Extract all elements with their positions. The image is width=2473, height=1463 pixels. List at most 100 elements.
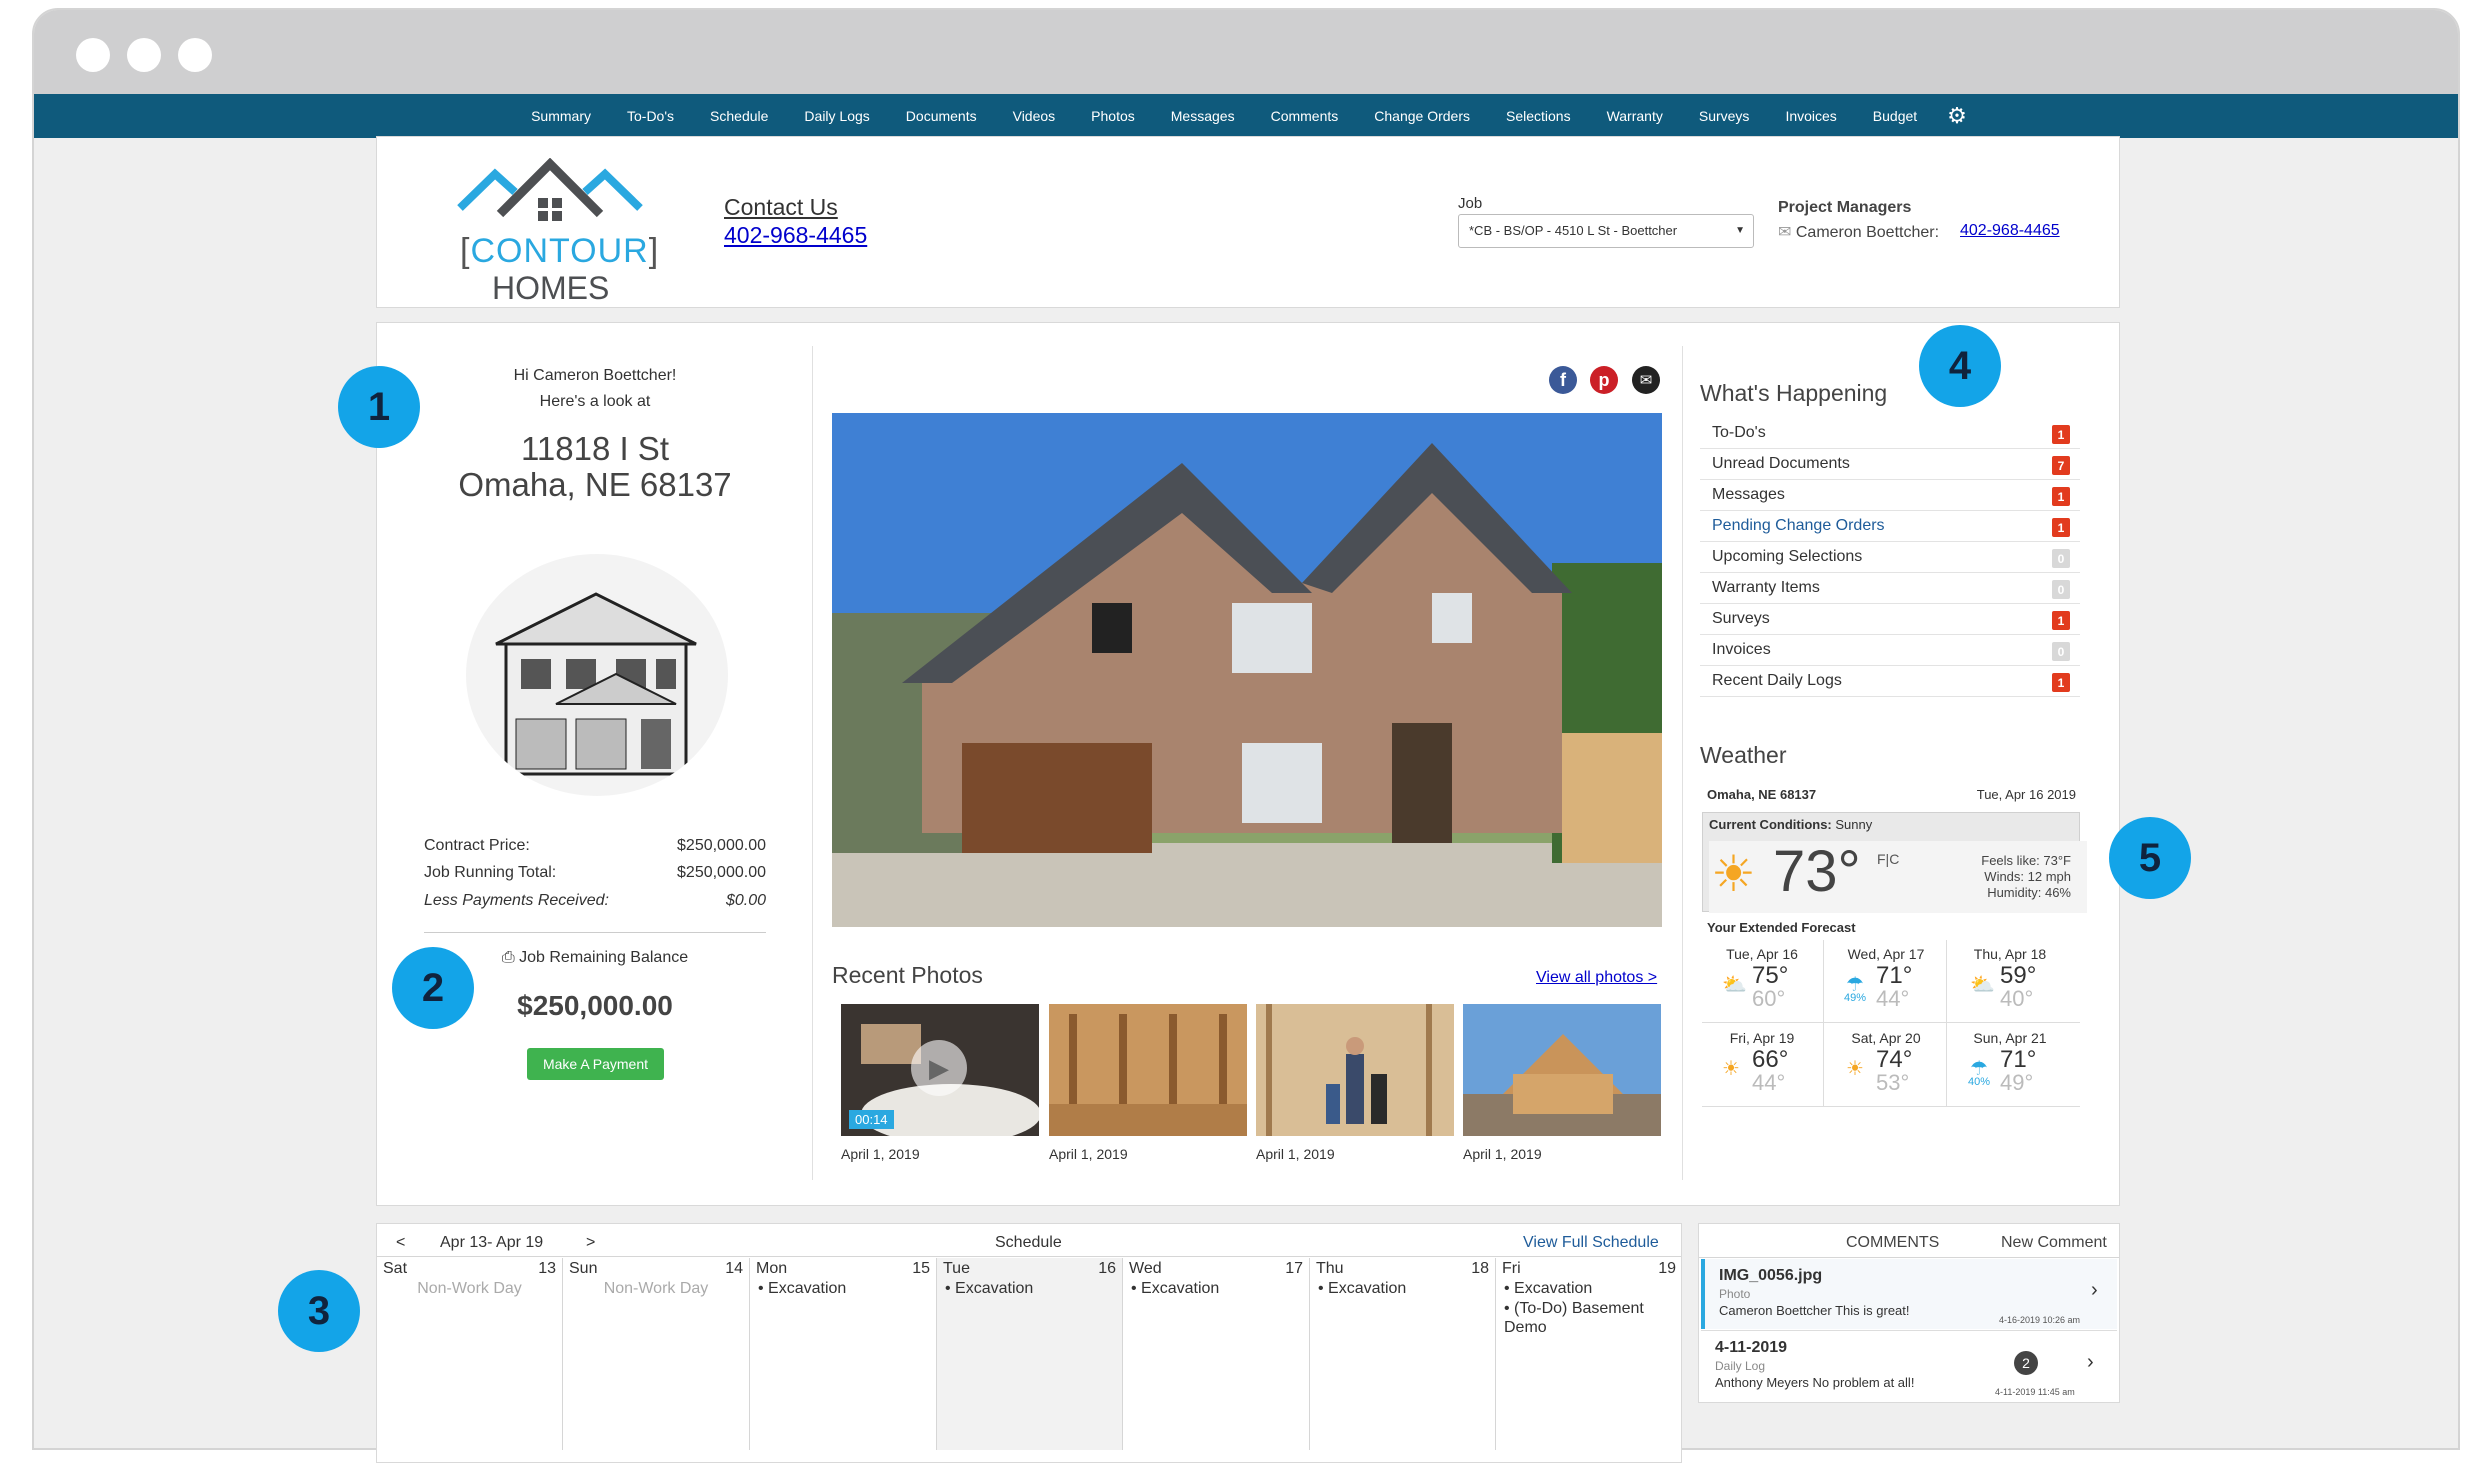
schedule-day-sun[interactable]: Sun 14 Non-Work Day — [563, 1258, 750, 1450]
happening-item-upcoming-selections[interactable]: Upcoming Selections 0 — [1700, 542, 2080, 573]
happening-label: Recent Daily Logs — [1712, 672, 1842, 689]
nav-messages[interactable]: Messages — [1153, 108, 1253, 124]
facebook-icon[interactable]: f — [1549, 366, 1577, 394]
schedule-day-thu[interactable]: Thu 18 • Excavation — [1310, 1258, 1496, 1450]
mail-icon[interactable]: ✉ — [1778, 224, 1791, 241]
forecast-day: Wed, Apr 17 ☂ 49% 71° 44° — [1826, 940, 1946, 1020]
forecast-date: Sun, Apr 21 — [1973, 1030, 2047, 1046]
nav-summary[interactable]: Summary — [513, 108, 609, 124]
happening-item-recent-daily-logs[interactable]: Recent Daily Logs 1 — [1700, 666, 2080, 697]
comment-item[interactable]: 4-11-2019 Daily Log Anthony Meyers No pr… — [1701, 1331, 2117, 1401]
schedule-event[interactable]: • Excavation — [758, 1280, 846, 1298]
chevron-right-icon[interactable]: › — [2091, 1279, 2098, 1302]
pinterest-icon[interactable]: p — [1590, 366, 1618, 394]
callout-marker-3: 3 — [278, 1270, 360, 1352]
house-sketch-image — [466, 554, 728, 796]
happening-item-todos[interactable]: To-Do's 1 — [1700, 418, 2080, 449]
comment-count-badge: 2 — [2014, 1351, 2038, 1375]
play-icon[interactable]: ▶ — [911, 1040, 967, 1096]
nav-selections[interactable]: Selections — [1488, 108, 1589, 124]
schedule-event[interactable]: • Excavation — [1318, 1280, 1406, 1298]
nav-comments[interactable]: Comments — [1253, 108, 1357, 124]
count-badge: 0 — [2052, 642, 2070, 661]
view-all-photos-link[interactable]: View all photos > — [1536, 969, 1657, 987]
schedule-event[interactable]: • Excavation — [1131, 1280, 1219, 1298]
nav-todos[interactable]: To-Do's — [609, 108, 692, 124]
happening-label: Pending Change Orders — [1712, 517, 1885, 534]
window-zoom-dot[interactable] — [178, 38, 212, 72]
nav-warranty[interactable]: Warranty — [1589, 108, 1681, 124]
address-line1: 11818 I St — [520, 430, 669, 467]
nav-surveys[interactable]: Surveys — [1681, 108, 1768, 124]
schedule-day-fri[interactable]: Fri 19 • Excavation • (To-Do) Basement Demo — [1496, 1258, 1682, 1450]
recent-photo-thumb[interactable] — [1463, 1004, 1661, 1136]
callout-marker-4: 4 — [1919, 325, 2001, 407]
happening-item-pending-change-orders[interactable]: Pending Change Orders 1 — [1700, 511, 2080, 542]
count-badge: 1 — [2052, 425, 2070, 444]
happening-item-unread-documents[interactable]: Unread Documents 7 — [1700, 449, 2080, 480]
schedule-event[interactable]: • (To-Do) Basement Demo — [1504, 1299, 1664, 1337]
nav-invoices[interactable]: Invoices — [1767, 108, 1854, 124]
recent-video-thumb[interactable]: ▶ 00:14 — [841, 1004, 1039, 1136]
printer-icon[interactable]: ⎙ — [502, 949, 515, 966]
nav-schedule[interactable]: Schedule — [692, 108, 786, 124]
schedule-event[interactable]: • Excavation — [945, 1280, 1033, 1298]
schedule-event[interactable]: • Excavation — [1504, 1280, 1592, 1298]
window-close-dot[interactable] — [76, 38, 110, 72]
comments-title: COMMENTS — [1846, 1234, 1940, 1251]
schedule-day-tue[interactable]: Tue 16 • Excavation — [937, 1258, 1123, 1450]
nav-daily-logs[interactable]: Daily Logs — [786, 108, 887, 124]
sun-icon: ☀ — [1846, 1058, 1864, 1080]
forecast-date: Fri, Apr 19 — [1729, 1030, 1795, 1046]
new-comment-link[interactable]: New Comment — [2001, 1234, 2107, 1252]
chevron-right-icon[interactable]: › — [2087, 1351, 2094, 1374]
day-name: Sat — [383, 1260, 408, 1277]
happening-item-surveys[interactable]: Surveys 1 — [1700, 604, 2080, 635]
day-number: 19 — [1658, 1260, 1676, 1277]
nav-photos[interactable]: Photos — [1073, 108, 1153, 124]
forecast-date: Tue, Apr 16 — [1726, 946, 1798, 962]
nav-budget[interactable]: Budget — [1855, 108, 1935, 124]
pm-phone-link[interactable]: 402-968-4465 — [1960, 222, 2060, 240]
happening-item-invoices[interactable]: Invoices 0 — [1700, 635, 2080, 666]
comment-title: IMG_0056.jpg — [1719, 1267, 1823, 1284]
balance-label-row: ⎙ Job Remaining Balance — [420, 949, 770, 967]
main-house-photo[interactable] — [832, 413, 1662, 927]
recent-photo-thumb[interactable] — [1256, 1004, 1454, 1136]
happening-item-warranty-items[interactable]: Warranty Items 0 — [1700, 573, 2080, 604]
day-name: Thu — [1316, 1260, 1344, 1277]
forecast-date: Sat, Apr 20 — [1851, 1030, 1921, 1046]
payments-row: Less Payments Received: $0.00 — [424, 892, 766, 910]
grid-line — [1702, 1106, 2080, 1107]
schedule-day-wed[interactable]: Wed 17 • Excavation — [1123, 1258, 1310, 1450]
forecast-low: 60° — [1752, 986, 1786, 1011]
window-minimize-dot[interactable] — [127, 38, 161, 72]
gear-icon[interactable]: ⚙ — [1935, 105, 1979, 127]
schedule-next-button[interactable]: > — [586, 1234, 595, 1252]
contact-us-link[interactable]: Contact Us — [724, 194, 838, 221]
nav-videos[interactable]: Videos — [995, 108, 1074, 124]
view-full-schedule-link[interactable]: View Full Schedule — [1523, 1234, 1659, 1252]
job-select[interactable]: *CB - BS/OP - 4510 L St - Boettcher ▼ — [1458, 214, 1754, 248]
contact-phone-link[interactable]: 402-968-4465 — [724, 222, 867, 249]
day-name: Sun — [569, 1260, 598, 1277]
nav-documents[interactable]: Documents — [888, 108, 995, 124]
count-badge: 0 — [2052, 549, 2070, 568]
logo-contour: [CONTOUR] — [460, 232, 660, 270]
recent-photo-thumb[interactable] — [1049, 1004, 1247, 1136]
comment-title: 4-11-2019 — [1715, 1339, 1788, 1356]
forecast-day: Sat, Apr 20 ☀ 74° 53° — [1826, 1024, 1946, 1104]
nav-change-orders[interactable]: Change Orders — [1356, 108, 1488, 124]
email-share-icon[interactable]: ✉ — [1632, 366, 1660, 394]
divider — [377, 1256, 1681, 1257]
happening-item-messages[interactable]: Messages 1 — [1700, 480, 2080, 511]
callout-marker-1: 1 — [338, 366, 420, 448]
chevron-down-icon: ▼ — [1735, 225, 1745, 236]
schedule-day-sat[interactable]: Sat 13 Non-Work Day — [377, 1258, 563, 1450]
comment-item[interactable]: IMG_0056.jpg Photo Cameron Boettcher Thi… — [1701, 1259, 2117, 1329]
job-label: Job — [1458, 195, 1483, 212]
make-payment-button[interactable]: Make A Payment — [527, 1048, 664, 1080]
schedule-day-mon[interactable]: Mon 15 • Excavation — [750, 1258, 937, 1450]
unit-toggle[interactable]: F|C — [1877, 851, 1899, 867]
schedule-prev-button[interactable]: < — [396, 1234, 405, 1252]
